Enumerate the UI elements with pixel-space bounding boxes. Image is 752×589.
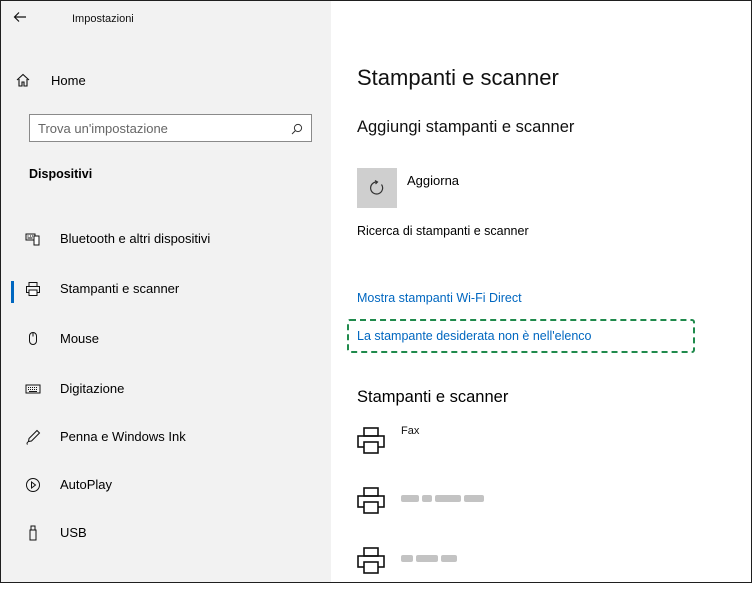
sidebar-item-label: Penna e Windows Ink	[60, 429, 186, 444]
sidebar-item-typing[interactable]: Digitazione	[1, 369, 331, 409]
sidebar-item-printers[interactable]: Stampanti e scanner	[1, 269, 331, 309]
sidebar-item-label: USB	[60, 525, 87, 540]
sidebar: Impostazioni Home Dispositivi Bluetooth …	[1, 1, 331, 582]
selection-indicator	[11, 231, 14, 253]
bluetooth-devices-icon	[25, 231, 41, 247]
add-printers-heading: Aggiungi stampanti e scanner	[357, 118, 575, 136]
usb-icon	[25, 525, 41, 541]
title-bar: Impostazioni	[1, 1, 331, 37]
printers-section-heading: Stampanti e scanner	[357, 388, 509, 406]
selection-indicator	[11, 381, 14, 403]
printer-icon	[355, 425, 387, 457]
page-title: Stampanti e scanner	[357, 65, 559, 90]
search-box[interactable]	[29, 114, 312, 142]
sidebar-item-mouse[interactable]: Mouse	[1, 319, 331, 359]
printer-list-item[interactable]	[355, 485, 735, 529]
printer-icon	[355, 485, 387, 517]
selection-indicator	[11, 331, 14, 353]
mouse-icon	[25, 331, 41, 347]
refresh-label: Aggiorna	[407, 173, 460, 188]
selection-indicator	[11, 477, 14, 499]
sidebar-item-label: Mouse	[60, 331, 100, 346]
selection-indicator	[11, 281, 14, 303]
selection-indicator	[11, 525, 14, 547]
sidebar-item-autoplay[interactable]: AutoPlay	[1, 465, 331, 505]
sidebar-item-label: Bluetooth e altri dispositivi	[60, 231, 211, 246]
sidebar-item-usb[interactable]: USB	[1, 513, 331, 553]
home-icon	[15, 72, 31, 88]
refresh-button[interactable]	[357, 168, 397, 208]
settings-window: Impostazioni Home Dispositivi Bluetooth …	[0, 0, 752, 583]
sidebar-item-bluetooth[interactable]: Bluetooth e altri dispositivi	[1, 219, 331, 259]
keyboard-icon	[25, 381, 41, 397]
obscured-printer-name	[401, 489, 487, 502]
search-input[interactable]	[38, 120, 278, 136]
sidebar-item-pen[interactable]: Penna e Windows Ink	[1, 417, 331, 457]
autoplay-icon	[25, 477, 41, 493]
selection-indicator	[11, 429, 14, 451]
nav-home[interactable]: Home	[15, 68, 315, 92]
printer-icon	[25, 281, 41, 297]
nav-home-label: Home	[51, 72, 86, 88]
sidebar-item-label: Stampanti e scanner	[60, 281, 180, 296]
back-arrow-icon[interactable]	[13, 10, 33, 28]
refresh-icon	[370, 179, 384, 195]
searching-status: Ricerca di stampanti e scanner	[357, 224, 529, 238]
printer-not-listed-link[interactable]: La stampante desiderata non è nell'elenc…	[357, 329, 592, 343]
app-title: Impostazioni	[72, 13, 134, 25]
search-icon[interactable]	[291, 122, 303, 135]
printer-list-item[interactable]	[355, 545, 735, 589]
main-content: Stampanti e scanner Aggiungi stampanti e…	[331, 1, 751, 582]
sidebar-item-label: Digitazione	[60, 381, 125, 396]
printer-name: Fax	[401, 425, 420, 437]
obscured-printer-name	[401, 549, 460, 562]
wifi-direct-link[interactable]: Mostra stampanti Wi-Fi Direct	[357, 291, 522, 305]
printer-icon	[355, 545, 387, 577]
section-header-devices: Dispositivi	[29, 167, 93, 181]
pen-icon	[25, 429, 41, 445]
sidebar-item-label: AutoPlay	[60, 477, 113, 492]
printer-list-item[interactable]: Fax	[355, 425, 735, 469]
